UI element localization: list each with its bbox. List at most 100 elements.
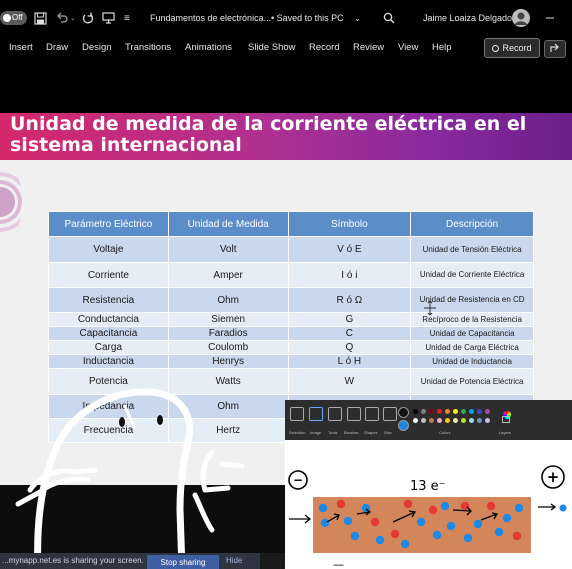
palette-swatch[interactable] [453,418,458,423]
electron-dot [400,539,410,549]
brushes-label: Brushes [344,430,359,435]
search-icon[interactable] [383,0,395,36]
electron-dot [440,501,450,511]
tab-transitions[interactable]: Transitions [125,42,171,53]
palette-swatch[interactable] [453,409,458,414]
palette-swatch[interactable] [437,409,442,414]
cell-unit: Siemen [167,312,289,327]
size-label: Size [384,430,392,435]
tab-slide-show[interactable]: Slide Show [248,42,296,53]
cell-symbol: V ó E [287,236,412,263]
palette-swatch[interactable] [469,418,474,423]
cell-symbol: I ó i [287,262,412,288]
palette-swatch[interactable] [413,418,418,423]
table-row: Inductancia Henrys L ó H Unidad de Inductan… [48,354,534,369]
autosave-label: Off [12,13,23,22]
tab-insert[interactable]: Insert [9,42,33,53]
tab-animations[interactable]: Animations [185,42,232,53]
shapes-label: Shapes [364,430,378,435]
shapes-icon[interactable] [365,407,379,421]
stop-sharing-button[interactable]: Stop sharing [147,555,219,569]
save-status[interactable]: • Saved to this PC [271,0,344,36]
tab-view[interactable]: View [398,42,418,53]
hide-button[interactable]: Hide [226,556,242,565]
cell-symbol: R ó Ω [287,287,412,313]
record-button[interactable]: Record [484,38,540,58]
table-row: Corriente Amper I ó i Unidad de Corriente E… [48,262,534,288]
ion-dot [390,529,400,539]
tab-design[interactable]: Design [82,42,112,53]
paint-canvas[interactable]: − + 13 e⁻ — [285,440,572,569]
tab-record[interactable]: Record [309,42,340,53]
size-icon[interactable] [383,407,397,421]
slide-title[interactable]: Unidad de medida de la corriente eléctri… [10,114,570,156]
electron-dot [494,527,504,537]
cell-symbol: C [287,326,412,341]
autosave-toggle[interactable]: Off [0,11,27,25]
palette-swatch[interactable] [429,409,434,414]
tab-draw[interactable]: Draw [46,42,68,53]
paint-window[interactable]: Selection Image Tools Brushes Shapes Siz… [285,400,572,569]
tab-review[interactable]: Review [353,42,384,53]
selection-label: Selection [289,430,306,435]
palette-swatch[interactable] [469,409,474,414]
palette-swatch[interactable] [461,418,466,423]
cell-parameter: Impedancia [48,394,169,419]
cell-unit: Hertz [167,418,289,443]
save-status-chevron-icon[interactable]: ⌄ [354,0,361,36]
electron-dot [350,531,360,541]
palette-swatch[interactable] [445,418,450,423]
palette-swatch[interactable] [485,418,490,423]
palette-swatch[interactable] [445,409,450,414]
cell-unit: Amper [167,262,289,288]
window-minimize-icon[interactable] [545,0,555,36]
cell-unit: Ohm [167,287,289,313]
palette-swatch[interactable] [421,409,426,414]
cell-unit: Ohm [167,394,289,419]
undo-dropdown-icon[interactable]: ⌄ [70,0,76,36]
redo-icon[interactable] [82,0,94,36]
ion-dot [336,499,346,509]
palette-swatch[interactable] [461,409,466,414]
selection-tool-icon[interactable] [290,407,304,421]
cell-symbol: W [287,368,412,395]
cell-parameter: Potencia [48,368,169,395]
tab-help[interactable]: Help [432,42,452,53]
image-tool-icon[interactable] [309,407,323,421]
present-from-start-icon[interactable] [102,0,115,36]
color-2-swatch[interactable] [398,420,409,431]
electron-dot [446,521,456,531]
palette-swatch[interactable] [429,418,434,423]
tools-icon[interactable] [328,407,342,421]
header-unit: Unidad de Medida [167,211,289,237]
user-name[interactable]: Jaime Loaiza Delgado [423,0,512,36]
customize-qat-icon[interactable]: ≡ [124,0,130,36]
palette-swatch[interactable] [477,409,482,414]
palette-swatch[interactable] [477,418,482,423]
header-description: Descripción [410,211,534,237]
ion-dot [512,531,522,541]
electron-dot [416,517,426,527]
cell-description: Unidad de Carga Eléctrica [410,340,534,355]
save-icon[interactable] [34,0,47,36]
palette-swatch[interactable] [437,418,442,423]
electron-dot [320,518,330,528]
cell-parameter: Carga [48,340,169,355]
palette-swatch[interactable] [421,418,426,423]
header-symbol: Símbolo [287,211,412,237]
brush-icon[interactable] [347,407,361,421]
circuit-drawing: − + 13 e⁻ — [288,465,567,569]
cell-unit: Watts [167,368,289,395]
ion-dot [460,501,470,511]
layers-icon[interactable] [502,416,510,423]
share-icon[interactable] [544,40,566,58]
color-1-swatch[interactable] [398,407,409,418]
electron-dot [514,503,524,513]
palette-swatch[interactable] [413,409,418,414]
avatar[interactable] [512,0,530,36]
table-row: Capacitancia Faradios C Unidad de Capacitan… [48,326,534,341]
palette-swatch[interactable] [485,409,490,414]
undo-icon[interactable] [56,0,68,36]
electron-dot [318,503,328,513]
layers-label: Layers [499,430,512,435]
